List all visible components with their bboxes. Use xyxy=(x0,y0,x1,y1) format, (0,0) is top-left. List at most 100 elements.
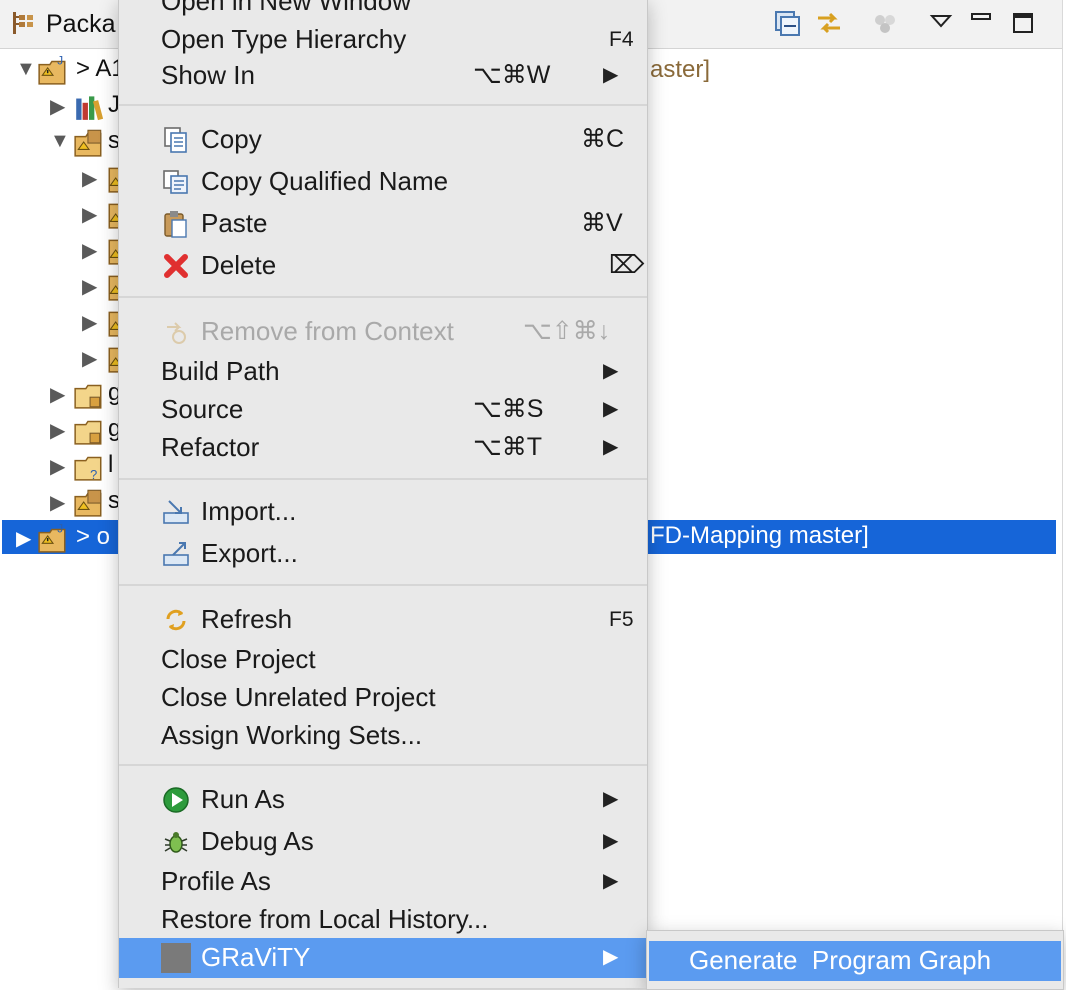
debug-bug-icon xyxy=(164,832,188,853)
collapse-all-icon[interactable] xyxy=(772,8,802,38)
menu-item-label: Open in New Window xyxy=(161,0,411,16)
menu-separator xyxy=(119,104,647,106)
menu-item-label: Generate Program Graph xyxy=(689,945,992,975)
tree-row-label: > o xyxy=(76,523,111,550)
src-icon xyxy=(74,489,102,517)
menu-item-assign-working-sets[interactable]: Assign Working Sets... xyxy=(119,716,647,754)
link-with-editor-icon[interactable] xyxy=(814,8,844,38)
project-git-decoration: aster] xyxy=(650,56,711,83)
menu-item-delete[interactable]: Delete ⌦ xyxy=(119,246,647,284)
menu-item-label: Assign Working Sets... xyxy=(161,720,423,750)
expand-toggle-icon[interactable]: ▶ xyxy=(82,310,97,335)
tree-row-label: l xyxy=(108,451,114,478)
minimize-icon[interactable] xyxy=(966,8,996,38)
refresh-icon xyxy=(166,609,186,631)
expand-toggle-icon[interactable]: ▶ xyxy=(16,526,31,551)
menu-item-paste[interactable]: Paste ⌘V xyxy=(119,204,647,242)
menu-item-close-unrelated-project[interactable]: Close Unrelated Project xyxy=(119,678,647,716)
import-icon xyxy=(163,500,189,524)
menu-separator xyxy=(119,296,647,298)
expand-toggle-icon[interactable]: ▶ xyxy=(50,454,65,479)
project-icon: J xyxy=(38,523,66,553)
gravity-square-icon xyxy=(161,943,191,973)
menu-item-label: Restore from Local History... xyxy=(161,904,489,934)
menu-separator xyxy=(119,764,647,766)
menu-item-generate-program-graph[interactable]: Generate Program Graph xyxy=(649,941,1061,981)
view-menu-icon[interactable] xyxy=(926,8,956,38)
submenu-arrow-icon: ▶ xyxy=(603,436,619,458)
menu-item-label: Refactor xyxy=(161,432,260,462)
menu-item-label: Open Type Hierarchy xyxy=(161,24,407,54)
menu-item-gravity[interactable]: GRaViTY ▶ xyxy=(119,938,647,978)
expand-toggle-icon[interactable]: ▶ xyxy=(82,202,97,227)
expand-toggle-icon[interactable]: ▶ xyxy=(50,490,65,515)
menu-item-label: Import... xyxy=(201,496,297,526)
context-menu: Open in New Window Open Type Hierarchy F4… xyxy=(118,0,648,988)
paste-icon xyxy=(164,211,187,238)
view-title[interactable]: Packa xyxy=(46,10,115,39)
maximize-icon[interactable] xyxy=(1008,8,1038,38)
run-icon xyxy=(163,787,189,813)
menu-item-build-path[interactable]: Build Path ▶ xyxy=(119,352,647,390)
menu-item-label: Profile As xyxy=(161,866,271,896)
keyboard-shortcut: ⌘V xyxy=(581,209,623,237)
submenu-arrow-icon: ▶ xyxy=(603,64,619,86)
submenu-arrow-icon: ▶ xyxy=(603,946,619,968)
menu-item-label: Build Path xyxy=(161,356,280,386)
folder-q-icon: ? xyxy=(74,456,102,482)
menu-item-close-project[interactable]: Close Project xyxy=(119,640,647,678)
focus-on-active-task-icon[interactable] xyxy=(870,8,900,38)
submenu-arrow-icon: ▶ xyxy=(603,870,619,892)
menu-item-copy[interactable]: Copy ⌘C xyxy=(119,120,647,158)
copy-icon xyxy=(164,127,187,153)
menu-item-label: Show In xyxy=(161,60,255,90)
menu-item-source[interactable]: Source ⌥⌘S ▶ xyxy=(119,390,647,428)
menu-item-show-in[interactable]: Show In ⌥⌘W ▶ xyxy=(119,56,647,94)
menu-item-open-type-hierarchy[interactable]: Open Type Hierarchy F4 xyxy=(119,20,647,58)
menu-item-run-as[interactable]: Run As ▶ xyxy=(119,780,647,818)
keyboard-shortcut: ⌥⌘W xyxy=(473,61,551,89)
submenu-arrow-icon: ▶ xyxy=(603,830,619,852)
svg-text:J: J xyxy=(57,55,63,68)
menu-item-label: Delete xyxy=(201,250,277,280)
menu-item-profile-as[interactable]: Profile As ▶ xyxy=(119,862,647,900)
package-explorer-icon xyxy=(13,12,33,34)
menu-separator xyxy=(119,478,647,480)
menu-item-refactor[interactable]: Refactor ⌥⌘T ▶ xyxy=(119,428,647,466)
menu-item-import[interactable]: Import... xyxy=(119,492,647,530)
expand-toggle-icon[interactable]: ▶ xyxy=(82,238,97,263)
menu-item-restore-from-local-history[interactable]: Restore from Local History... xyxy=(119,900,647,938)
collapse-toggle-icon[interactable]: ▼ xyxy=(16,58,36,81)
menu-item-label: Paste xyxy=(201,208,268,238)
menu-item-label: Close Unrelated Project xyxy=(161,682,436,712)
keyboard-shortcut: ⌥⌘S xyxy=(473,395,544,423)
menu-item-label: GRaViTY xyxy=(201,942,311,972)
expand-toggle-icon[interactable]: ▶ xyxy=(50,382,65,407)
menu-item-label: Copy Qualified Name xyxy=(201,166,449,196)
menu-item-refresh[interactable]: Refresh F5 xyxy=(119,600,647,638)
keyboard-shortcut: F5 xyxy=(609,608,634,631)
gravity-submenu: Generate Program Graph xyxy=(646,930,1064,990)
folder-icon xyxy=(74,384,102,409)
keyboard-shortcut: F4 xyxy=(609,28,634,51)
menu-item-label: Run As xyxy=(201,784,285,814)
collapse-toggle-icon[interactable]: ▼ xyxy=(50,130,70,153)
menu-item-debug-as[interactable]: Debug As ▶ xyxy=(119,822,647,860)
delete-icon xyxy=(164,254,188,278)
menu-item-export[interactable]: Export... xyxy=(119,534,647,572)
svg-text:?: ? xyxy=(90,467,97,482)
copy-qualified-name-icon xyxy=(163,170,188,194)
menu-item-copy-qualified-name[interactable]: Copy Qualified Name xyxy=(119,162,647,200)
menu-item-label: Close Project xyxy=(161,644,316,674)
keyboard-shortcut: ⌘C xyxy=(581,125,625,153)
expand-toggle-icon[interactable]: ▶ xyxy=(82,166,97,191)
menu-item-open-in-new-window[interactable]: Open in New Window xyxy=(119,0,647,20)
expand-toggle-icon[interactable]: ▶ xyxy=(82,346,97,371)
project-icon: J xyxy=(38,55,66,85)
expand-toggle-icon[interactable]: ▶ xyxy=(82,274,97,299)
menu-item-label: Refresh xyxy=(201,604,293,634)
expand-toggle-icon[interactable]: ▶ xyxy=(50,94,65,119)
svg-text:J: J xyxy=(57,523,63,536)
remove-from-context-icon xyxy=(167,322,186,344)
expand-toggle-icon[interactable]: ▶ xyxy=(50,418,65,443)
